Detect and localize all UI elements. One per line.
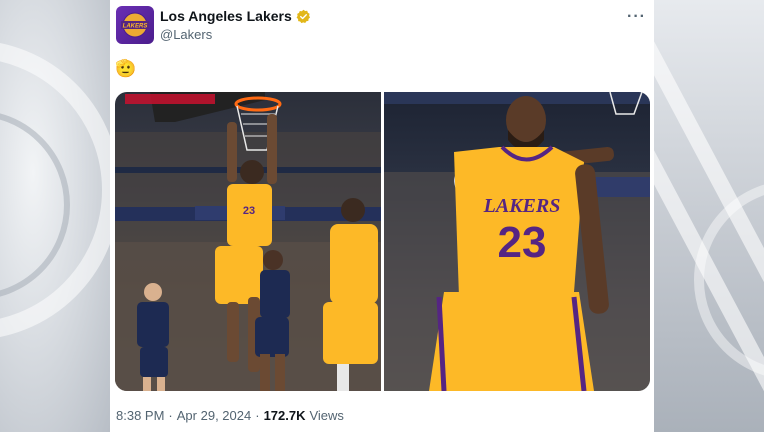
meta-separator: ·	[255, 408, 260, 423]
lakers-logo-icon: LAKERS	[121, 12, 149, 38]
verified-badge-icon	[296, 9, 310, 23]
account-handle[interactable]: @Lakers	[160, 27, 212, 42]
svg-text:LAKERS: LAKERS	[483, 195, 561, 217]
tweet-photo-2[interactable]: LAKERS 23	[384, 92, 650, 391]
tweet-meta: 8:38 PM · Apr 29, 2024 · 172.7K Views	[116, 408, 344, 423]
dunk-photo-image: 23	[115, 92, 381, 391]
celebration-photo-image: LAKERS 23	[384, 92, 650, 391]
views-count: 172.7K	[263, 408, 306, 423]
display-name-text[interactable]: Los Angeles Lakers	[160, 8, 292, 24]
tweet-date[interactable]: Apr 29, 2024	[177, 408, 251, 423]
svg-text:23: 23	[498, 218, 547, 267]
tweet-time[interactable]: 8:38 PM	[116, 408, 164, 423]
svg-text:23: 23	[243, 205, 255, 217]
meta-separator: ·	[168, 408, 173, 423]
tweet-card[interactable]: LAKERS Los Angeles Lakers @Lakers ··· 🫡	[110, 0, 654, 432]
tweet-text: 🫡	[115, 59, 137, 78]
avatar[interactable]: LAKERS	[116, 6, 154, 44]
more-options-button[interactable]: ···	[627, 8, 646, 26]
broadcast-background-left	[0, 0, 110, 432]
display-name[interactable]: Los Angeles Lakers	[160, 8, 311, 24]
tweet-photo-1[interactable]: 23	[115, 92, 381, 391]
svg-text:LAKERS: LAKERS	[123, 24, 148, 30]
views-label: Views	[309, 408, 344, 423]
broadcast-background-right	[654, 0, 764, 432]
